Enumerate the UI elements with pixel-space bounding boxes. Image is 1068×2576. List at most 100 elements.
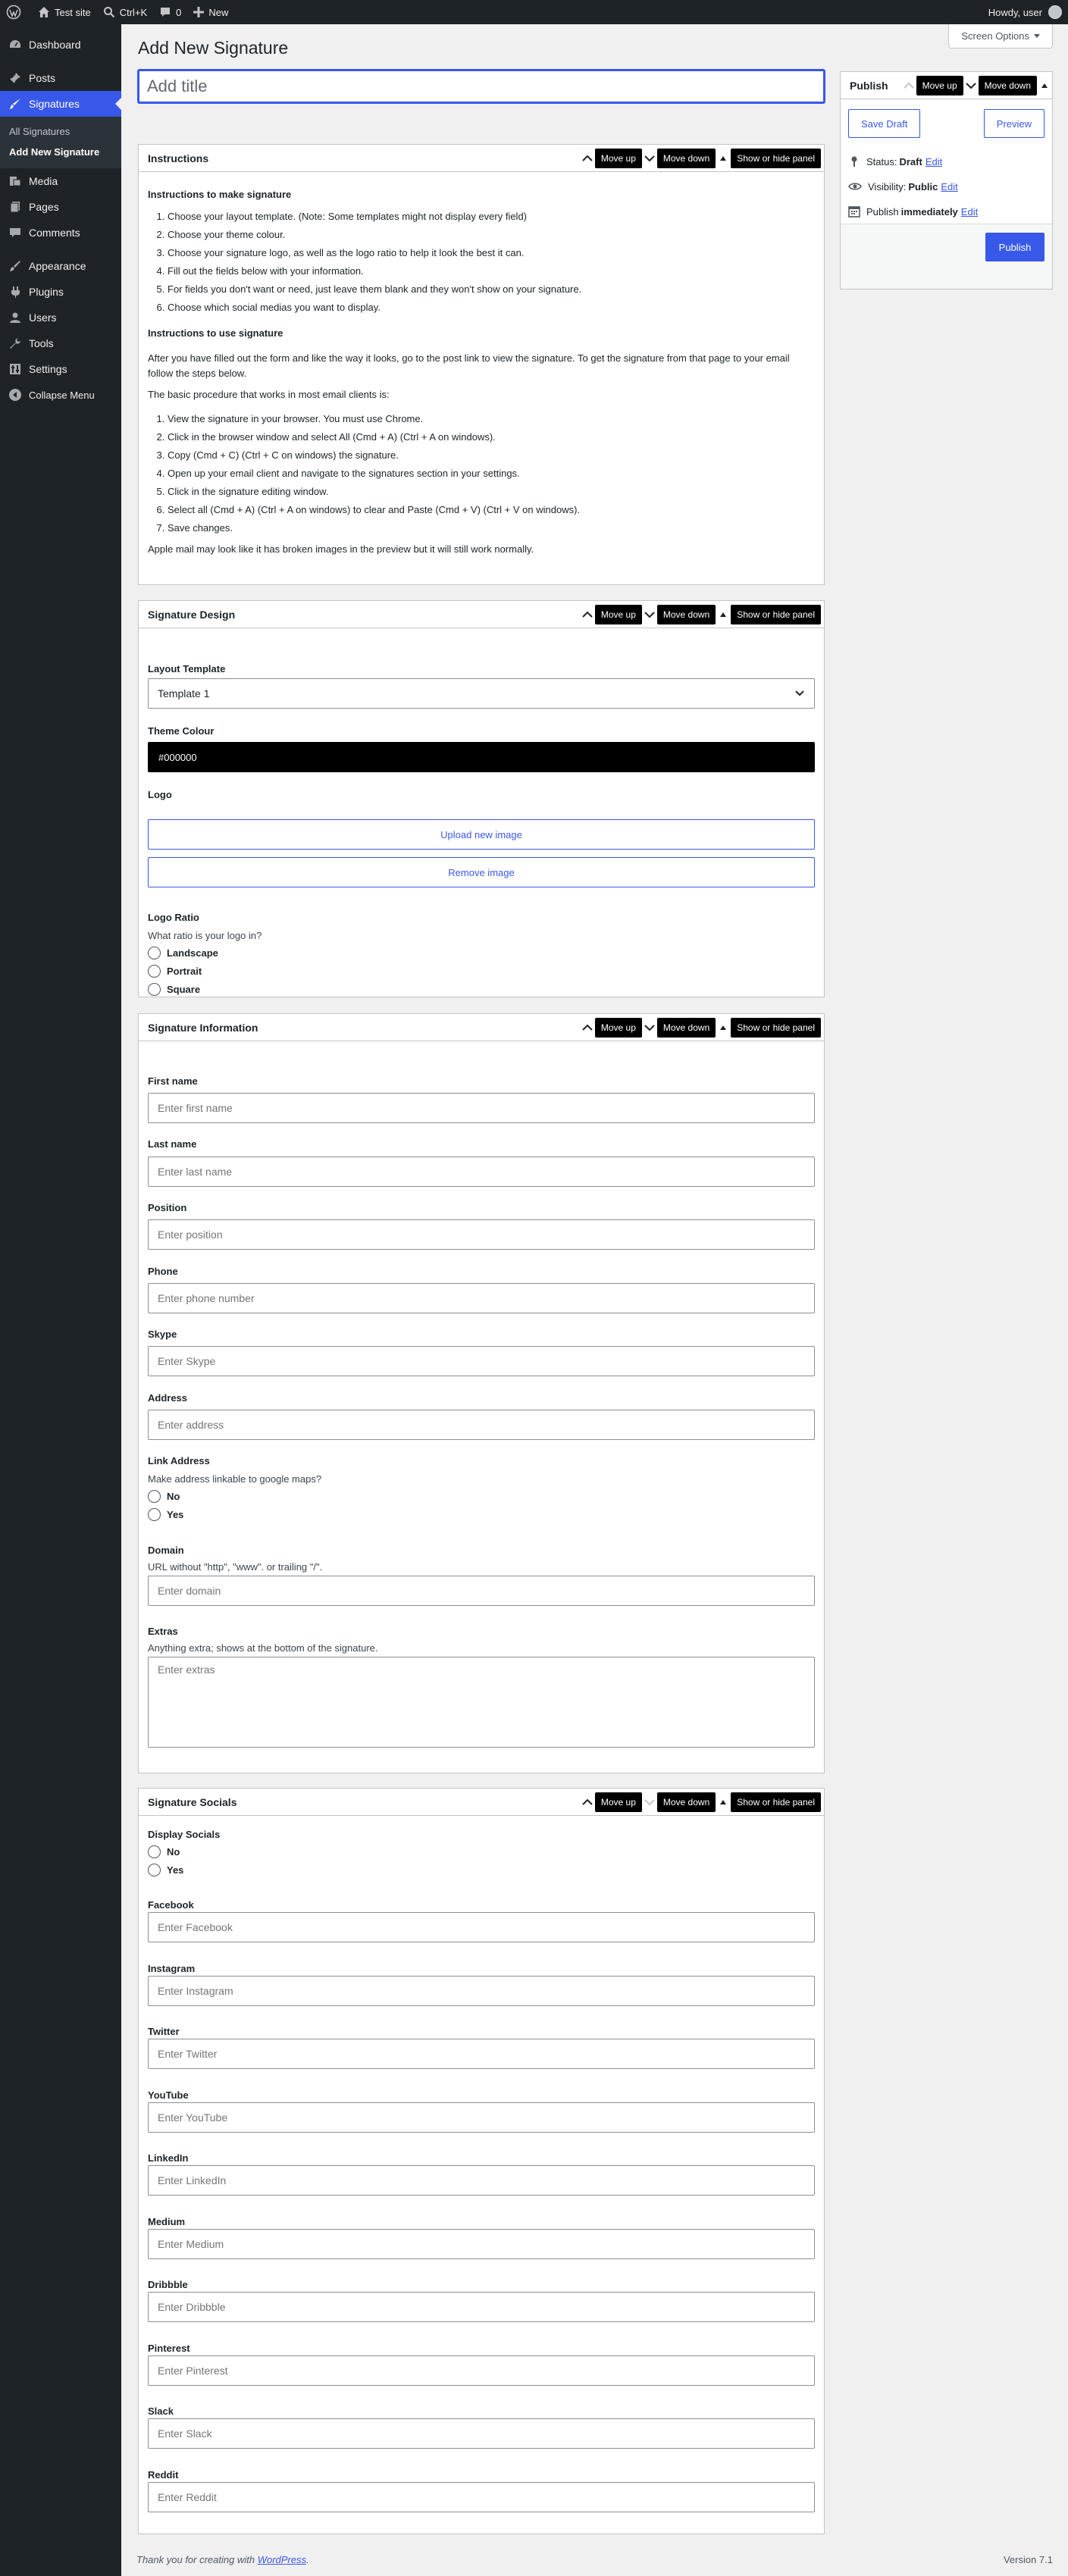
- sidebar-item-comments[interactable]: Comments: [0, 220, 121, 246]
- logo-ratio-description: What ratio is your logo in?: [148, 930, 262, 941]
- sidebar-item-posts[interactable]: Posts: [0, 65, 121, 91]
- move-up-button[interactable]: [580, 145, 595, 172]
- sidebar-item-users[interactable]: Users: [0, 305, 121, 330]
- dribbble-input[interactable]: [148, 2292, 815, 2322]
- display-socials-yes-radio[interactable]: Yes: [148, 1864, 183, 1876]
- main-content: Screen Options Add New Signature Instruc…: [121, 24, 1068, 2576]
- move-down-button[interactable]: [642, 145, 657, 172]
- extras-textarea[interactable]: [148, 1657, 815, 1748]
- instagram-input[interactable]: [148, 1976, 815, 2006]
- radio-circle[interactable]: [148, 1864, 161, 1876]
- move-down-button[interactable]: [642, 1789, 657, 1816]
- remove-image-button[interactable]: Remove image: [148, 857, 815, 887]
- site-name-link[interactable]: Test site: [32, 0, 97, 24]
- medium-input[interactable]: [148, 2229, 815, 2259]
- ratio-square-radio[interactable]: Square: [148, 983, 200, 996]
- linkedin-input[interactable]: [148, 2165, 815, 2196]
- move-up-button[interactable]: [580, 1789, 595, 1816]
- chevron-up-icon: [582, 611, 593, 618]
- pin-icon: [8, 70, 23, 86]
- address-input[interactable]: [148, 1410, 815, 1440]
- submenu-item-all-signatures[interactable]: All Signatures: [0, 121, 121, 142]
- move-up-button[interactable]: [580, 1014, 595, 1041]
- display-socials-no-radio[interactable]: No: [148, 1845, 180, 1858]
- link-address-yes-radio[interactable]: Yes: [148, 1508, 183, 1521]
- radio-circle[interactable]: [148, 1508, 161, 1521]
- move-up-button[interactable]: [580, 601, 595, 628]
- youtube-input[interactable]: [148, 2102, 815, 2133]
- radio-circle[interactable]: [148, 965, 161, 978]
- radio-circle[interactable]: [148, 983, 161, 996]
- publish-major-actions: Publish: [841, 224, 1052, 289]
- sidebar-item-media[interactable]: Media: [0, 168, 121, 194]
- sidebar-item-settings[interactable]: Settings: [0, 356, 121, 382]
- toggle-panel-tooltip: Show or hide panel: [731, 148, 821, 168]
- toggle-panel-button[interactable]: [716, 601, 731, 628]
- command-search-button[interactable]: Ctrl+K: [97, 0, 153, 24]
- list-item: Fill out the fields below with your info…: [168, 265, 815, 277]
- first-name-input[interactable]: [148, 1093, 815, 1123]
- radio-circle[interactable]: [148, 1845, 161, 1858]
- sidebar-item-collapse-menu[interactable]: Collapse Menu: [0, 382, 121, 408]
- skype-input[interactable]: [148, 1346, 815, 1376]
- comments-count: 0: [176, 6, 182, 18]
- upload-image-button[interactable]: Upload new image: [148, 819, 815, 850]
- move-down-button[interactable]: [963, 72, 979, 99]
- phone-input[interactable]: [148, 1283, 815, 1313]
- list-item: Open up your email client and navigate t…: [168, 468, 815, 480]
- chevron-down-icon: [644, 155, 655, 161]
- sidebar-item-plugins[interactable]: Plugins: [0, 279, 121, 305]
- sidebar-item-dashboard[interactable]: Dashboard: [0, 32, 121, 58]
- pinterest-input[interactable]: [148, 2355, 815, 2386]
- screen-options-button[interactable]: Screen Options: [948, 24, 1053, 49]
- comments-link[interactable]: 0: [153, 0, 187, 24]
- link-address-label: Link Address: [148, 1455, 210, 1466]
- list-item: Click in the signature editing window.: [168, 486, 815, 498]
- panel-title: Signature Information: [148, 1021, 258, 1034]
- facebook-label: Facebook: [148, 1899, 194, 1911]
- edit-visibility-link[interactable]: Edit: [941, 181, 957, 192]
- edit-status-link[interactable]: Edit: [925, 156, 942, 167]
- toggle-panel-button[interactable]: [1037, 72, 1052, 99]
- position-input[interactable]: [148, 1219, 815, 1250]
- triangle-up-icon: [720, 155, 727, 161]
- layout-template-select[interactable]: Template 1: [148, 678, 815, 709]
- toggle-panel-button[interactable]: [716, 1789, 731, 1816]
- radio-circle[interactable]: [148, 1490, 161, 1503]
- sidebar-item-pages[interactable]: Pages: [0, 194, 121, 220]
- post-title-input[interactable]: [138, 70, 825, 103]
- twitter-input[interactable]: [148, 2039, 815, 2069]
- sidebar-item-tools[interactable]: Tools: [0, 330, 121, 356]
- radio-circle[interactable]: [148, 947, 161, 959]
- publish-button[interactable]: Publish: [985, 233, 1045, 261]
- wordpress-link[interactable]: WordPress: [258, 2554, 306, 2565]
- toggle-panel-button[interactable]: [716, 145, 731, 172]
- my-account[interactable]: Howdy, user: [988, 5, 1068, 19]
- preview-button[interactable]: Preview: [983, 109, 1045, 138]
- toggle-panel-button[interactable]: [716, 1014, 731, 1041]
- apple-mail-note: Apple mail may look like it has broken i…: [148, 543, 534, 555]
- theme-colour-picker[interactable]: #000000: [148, 742, 815, 772]
- link-address-no-radio[interactable]: No: [148, 1490, 180, 1503]
- facebook-input[interactable]: [148, 1912, 815, 1942]
- comment-icon: [161, 8, 171, 17]
- save-draft-button[interactable]: Save Draft: [848, 109, 921, 138]
- wordpress-logo-button[interactable]: [0, 0, 32, 24]
- submenu-item-add-new-signature[interactable]: Add New Signature: [0, 142, 121, 162]
- move-up-button[interactable]: [901, 72, 916, 99]
- twitter-label: Twitter: [148, 2026, 180, 2037]
- use-signature-heading: Instructions to use signature: [148, 327, 283, 339]
- slack-input[interactable]: [148, 2418, 815, 2449]
- domain-input[interactable]: [148, 1576, 815, 1606]
- sidebar-item-appearance[interactable]: Appearance: [0, 253, 121, 279]
- move-down-tooltip: Move down: [656, 1792, 716, 1812]
- sidebar-item-signatures[interactable]: Signatures: [0, 91, 121, 117]
- move-down-button[interactable]: [642, 1014, 657, 1041]
- move-down-button[interactable]: [642, 601, 657, 628]
- edit-publish-date-link[interactable]: Edit: [961, 206, 978, 218]
- last-name-input[interactable]: [148, 1157, 815, 1187]
- ratio-portrait-radio[interactable]: Portrait: [148, 965, 202, 978]
- new-content-link[interactable]: New: [187, 0, 234, 24]
- ratio-landscape-radio[interactable]: Landscape: [148, 947, 218, 959]
- reddit-input[interactable]: [148, 2482, 815, 2512]
